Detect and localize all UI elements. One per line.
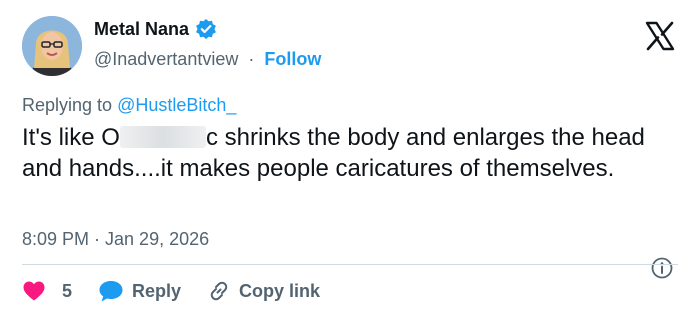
info-icon[interactable]: [651, 257, 673, 279]
avatar[interactable]: [22, 16, 82, 76]
verified-badge-icon: [195, 18, 217, 40]
replying-to: Replying to @HustleBitch_: [22, 95, 236, 116]
blurred-word: [119, 126, 206, 148]
x-logo-icon[interactable]: [644, 20, 676, 52]
author-handle-row: @Inadvertantview · Follow: [94, 49, 321, 70]
reply-label: Reply: [132, 280, 182, 301]
copy-link-label: Copy link: [239, 280, 321, 301]
handle-separator: ·: [248, 49, 255, 69]
action-bar: 5 Reply Copy link: [22, 278, 346, 304]
tweet-timestamp[interactable]: 8:09 PM · Jan 29, 2026: [22, 229, 209, 250]
replying-to-mention[interactable]: @HustleBitch_: [117, 95, 236, 115]
reply-button[interactable]: Reply: [98, 279, 181, 303]
link-icon: [210, 281, 228, 301]
avatar-image: [22, 16, 82, 76]
heart-icon: [23, 281, 45, 301]
tweet-text: It's like Oc shrinks the body and enlarg…: [22, 122, 682, 184]
replying-to-prefix: Replying to: [22, 95, 113, 115]
author-display-name[interactable]: Metal Nana: [94, 19, 189, 40]
follow-button[interactable]: Follow: [264, 49, 321, 69]
divider: [22, 264, 678, 265]
author-handle[interactable]: @Inadvertantview: [94, 49, 238, 69]
copy-link-button[interactable]: Copy link: [207, 279, 320, 303]
like-button[interactable]: 5: [22, 280, 72, 302]
like-count: 5: [62, 280, 73, 301]
author-name-row: Metal Nana: [94, 18, 217, 40]
tweet-text-start: It's like O: [22, 124, 120, 151]
speech-bubble-icon: [99, 281, 123, 302]
